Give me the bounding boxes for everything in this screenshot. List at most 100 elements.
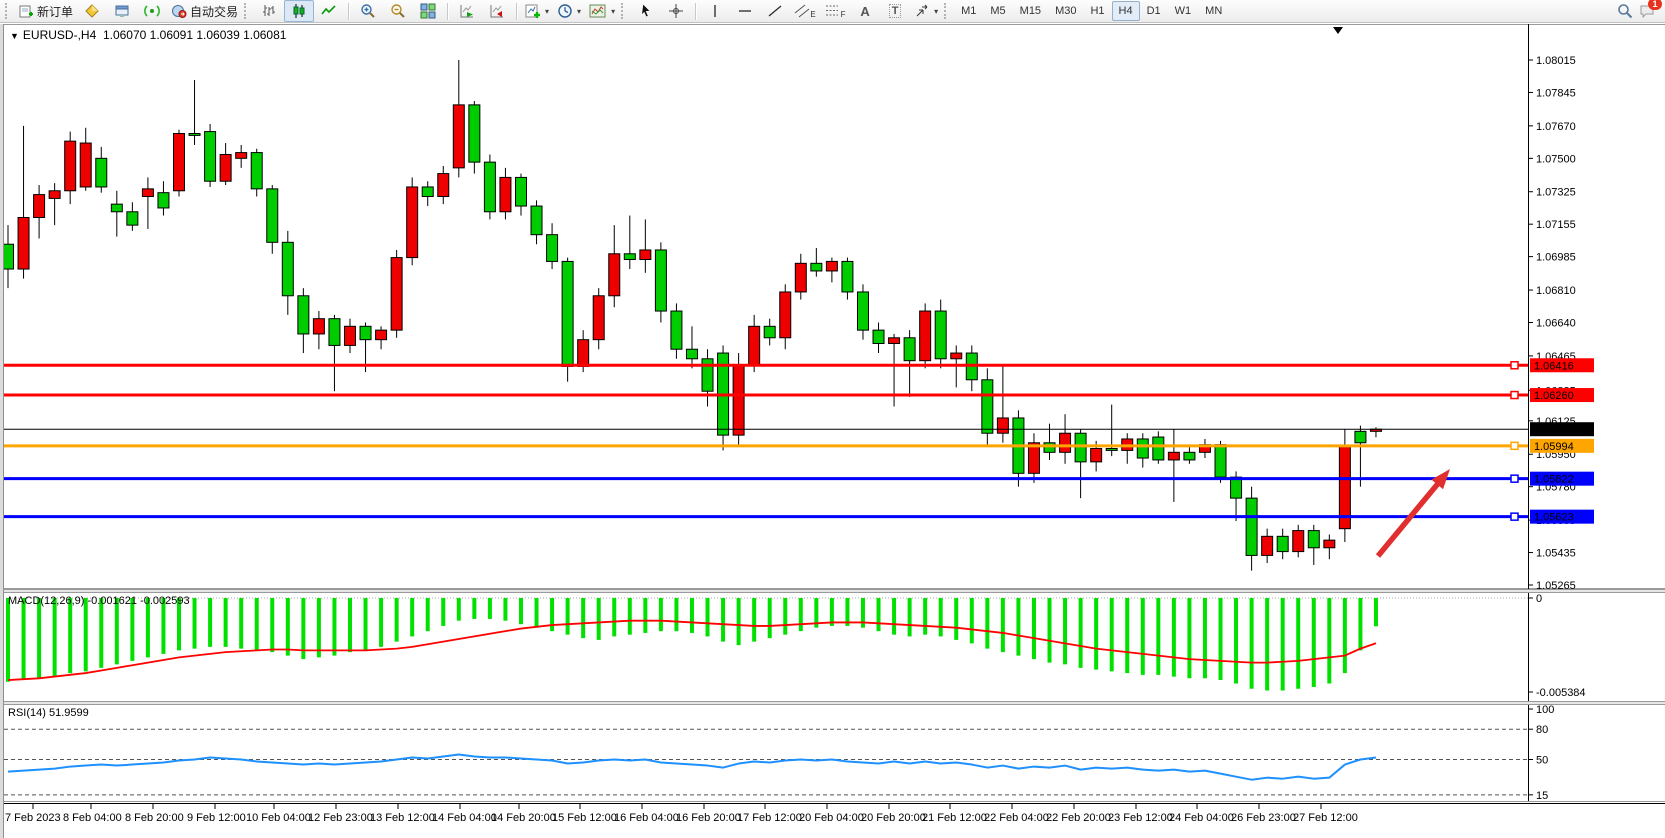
- chart-shift-button[interactable]: [482, 0, 512, 22]
- timeframe-group: M1M5M15M30H1H4D1W1MN: [954, 1, 1229, 21]
- charts-window-button[interactable]: [107, 0, 137, 22]
- svg-text:9 Feb 12:00: 9 Feb 12:00: [187, 812, 246, 824]
- dropdown-caret-icon: ▾: [611, 7, 615, 16]
- signal-icon: [144, 3, 160, 19]
- search-icon[interactable]: [1617, 3, 1633, 19]
- channel-tool-button[interactable]: E: [790, 0, 820, 22]
- timeframe-m1[interactable]: M1: [954, 1, 983, 21]
- svg-text:21 Feb 12:00: 21 Feb 12:00: [922, 812, 987, 824]
- svg-text:1.05265: 1.05265: [1536, 580, 1576, 589]
- rsi-canvas[interactable]: 100805015: [0, 705, 1665, 801]
- price-chart-canvas[interactable]: 1.080151.078451.076701.075001.073251.071…: [0, 24, 1665, 589]
- toolbar-grip[interactable]: [244, 3, 250, 19]
- zoom-out-button[interactable]: [383, 0, 413, 22]
- timeframe-h4[interactable]: H4: [1112, 1, 1140, 21]
- periods-button[interactable]: ▾: [553, 0, 585, 22]
- notifications-button[interactable]: 1: [1639, 3, 1656, 19]
- timeframe-h1[interactable]: H1: [1083, 1, 1111, 21]
- zoom-in-button[interactable]: [353, 0, 383, 22]
- time-axis-canvas: 7 Feb 20238 Feb 04:008 Feb 20:009 Feb 12…: [0, 801, 1665, 838]
- autotrading-button[interactable]: 自动交易: [167, 0, 242, 22]
- macd-canvas[interactable]: 0-0.005384: [0, 593, 1665, 701]
- chart-shift-icon: [489, 3, 505, 19]
- notification-badge: 1: [1648, 0, 1662, 10]
- svg-text:1.08015: 1.08015: [1536, 55, 1576, 67]
- indicators-button[interactable]: ▾: [521, 0, 553, 22]
- svg-text:1.05994: 1.05994: [1534, 441, 1574, 453]
- rsi-pane[interactable]: RSI(14) 51.9599 100805015: [0, 705, 1665, 801]
- text-tool-button[interactable]: A: [850, 0, 880, 22]
- main-toolbar: 新订单 自动交易 ▾ ▾: [0, 0, 1665, 23]
- chart-ohlc-values: 1.06070 1.06091 1.06039 1.06081: [103, 28, 287, 42]
- channel-tag: E: [810, 10, 815, 19]
- svg-text:12 Feb 23:00: 12 Feb 23:00: [308, 812, 373, 824]
- svg-text:1.05822: 1.05822: [1534, 474, 1574, 486]
- svg-text:1.06985: 1.06985: [1536, 252, 1576, 264]
- tile-windows-icon: [420, 3, 436, 19]
- toolbar-grip[interactable]: [5, 3, 11, 19]
- new-order-icon: [19, 4, 34, 19]
- svg-text:1.06081: 1.06081: [1534, 424, 1574, 436]
- ohlc-bars-icon: [261, 3, 277, 19]
- timeframe-d1[interactable]: D1: [1140, 1, 1168, 21]
- svg-text:22 Feb 20:00: 22 Feb 20:00: [1046, 812, 1111, 824]
- svg-text:1.05623: 1.05623: [1534, 512, 1574, 524]
- collapse-triangle-icon: ▼: [10, 31, 19, 41]
- dropdown-caret-icon: ▾: [545, 7, 549, 16]
- autotrading-label: 自动交易: [190, 3, 238, 20]
- arrow-shapes-icon: [914, 3, 930, 19]
- text-label-icon: T: [889, 4, 902, 18]
- window-left-border: [0, 24, 4, 838]
- fibonacci-tool-button[interactable]: F: [820, 0, 850, 22]
- pane-splitter[interactable]: [0, 589, 1665, 593]
- toolbar-separator: [516, 3, 517, 20]
- crosshair-icon: [668, 3, 684, 19]
- line-chart-mode-button[interactable]: [314, 0, 344, 22]
- candlestick-icon: [291, 3, 307, 19]
- svg-text:1.06810: 1.06810: [1536, 285, 1576, 297]
- rsi-label: RSI(14) 51.9599: [8, 707, 89, 719]
- new-order-label: 新订单: [37, 3, 73, 20]
- svg-text:24 Feb 04:00: 24 Feb 04:00: [1169, 812, 1234, 824]
- timeframe-m5[interactable]: M5: [983, 1, 1012, 21]
- pane-splitter[interactable]: [0, 701, 1665, 705]
- toolbar-separator: [447, 3, 448, 20]
- diamond-icon: [84, 3, 100, 19]
- mt4-terminal: { "toolbar": { "new_order": "新订单", "auto…: [0, 0, 1665, 838]
- chart-title: ▼EURUSD-,H4 1.06070 1.06091 1.06039 1.06…: [10, 28, 286, 42]
- trendline-tool-button[interactable]: [760, 0, 790, 22]
- timeframe-m30[interactable]: M30: [1048, 1, 1083, 21]
- horizontal-line-icon: [737, 3, 753, 19]
- main-chart-pane[interactable]: ▼EURUSD-,H4 1.06070 1.06091 1.06039 1.06…: [0, 24, 1665, 589]
- timeframe-w1[interactable]: W1: [1168, 1, 1199, 21]
- text-tool-icon: A: [860, 4, 869, 19]
- svg-text:16 Feb 20:00: 16 Feb 20:00: [676, 812, 741, 824]
- auto-scroll-button[interactable]: [452, 0, 482, 22]
- signals-button[interactable]: [137, 0, 167, 22]
- macd-pane[interactable]: MACD(12,26,9) -0.001621 -0.002593 0-0.00…: [0, 593, 1665, 701]
- text-label-tool-button[interactable]: T: [880, 0, 910, 22]
- toolbar-grip[interactable]: [944, 3, 950, 19]
- crosshair-tool-button[interactable]: [661, 0, 691, 22]
- timeframe-m15[interactable]: M15: [1013, 1, 1048, 21]
- market-button[interactable]: [77, 0, 107, 22]
- timeframe-mn[interactable]: MN: [1198, 1, 1229, 21]
- svg-text:15: 15: [1536, 790, 1548, 801]
- cursor-icon: [638, 3, 654, 19]
- vertical-line-icon: [708, 3, 722, 19]
- cursor-tool-button[interactable]: [631, 0, 661, 22]
- new-order-button[interactable]: 新订单: [15, 0, 77, 22]
- bar-chart-mode-button[interactable]: [254, 0, 284, 22]
- zoom-out-icon: [390, 3, 406, 19]
- templates-button[interactable]: ▾: [585, 0, 619, 22]
- template-icon: [589, 3, 607, 19]
- toolbar-grip[interactable]: [621, 3, 627, 19]
- arrows-tool-button[interactable]: ▾: [910, 0, 942, 22]
- svg-text:1.07670: 1.07670: [1536, 121, 1576, 133]
- tile-windows-button[interactable]: [413, 0, 443, 22]
- svg-text:8 Feb 20:00: 8 Feb 20:00: [125, 812, 184, 824]
- candlestick-mode-button[interactable]: [284, 0, 314, 22]
- vertical-line-tool-button[interactable]: [700, 0, 730, 22]
- horizontal-line-tool-button[interactable]: [730, 0, 760, 22]
- time-axis[interactable]: 7 Feb 20238 Feb 04:008 Feb 20:009 Feb 12…: [0, 801, 1665, 838]
